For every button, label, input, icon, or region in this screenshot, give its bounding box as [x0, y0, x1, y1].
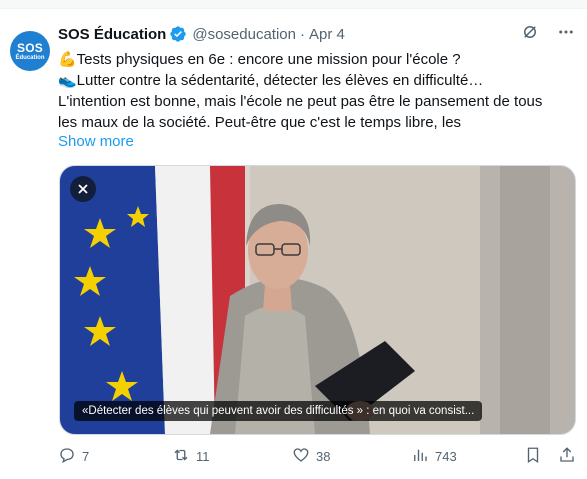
tweet-media[interactable]: «Détecter des élèves qui peuvent avoir d… — [59, 165, 576, 435]
reply-count: 7 — [82, 448, 90, 464]
author-name[interactable]: SOS Éducation — [58, 26, 166, 43]
views-icon — [411, 446, 429, 467]
more-icon[interactable] — [557, 23, 575, 46]
bookmark-icon — [524, 446, 542, 467]
like-button[interactable]: 38 — [292, 446, 330, 467]
reply-icon — [58, 446, 76, 467]
retweet-icon — [172, 446, 190, 467]
show-more-link[interactable]: Show more — [58, 133, 134, 150]
views-button[interactable]: 743 — [411, 446, 457, 467]
avatar-text-line2: Éducation — [15, 54, 45, 61]
tweet-card[interactable]: SOS Éducation SOS Éducation @soseducatio… — [0, 8, 587, 479]
retweet-count: 11 — [196, 448, 210, 464]
tweet-text-line: les maux de la société. Peut-être que c'… — [58, 114, 462, 131]
tweet-header: SOS Éducation @soseducation · Apr 4 — [58, 23, 575, 45]
tweet-date[interactable]: Apr 4 — [309, 26, 345, 43]
tweet-text: 💪Tests physiques en 6e : encore une miss… — [58, 49, 573, 133]
like-count: 38 — [316, 448, 331, 464]
retweet-button[interactable]: 11 — [172, 446, 210, 467]
reply-button[interactable]: 7 — [58, 446, 89, 467]
avatar[interactable]: SOS Éducation — [10, 31, 50, 71]
tweet-text-line: 💪Tests physiques en 6e : encore une miss… — [58, 51, 461, 68]
verified-badge-icon — [169, 25, 187, 43]
tweet-text-line: L'intention est bonne, mais l'école ne p… — [58, 93, 543, 110]
avatar-text-line1: SOS — [17, 40, 43, 55]
tweet-actions: 7 11 38 743 — [58, 443, 578, 469]
tweet-text-line: 👟Lutter contre la sédentarité, détecter … — [58, 72, 484, 89]
media-caption[interactable]: «Détecter des élèves qui peuvent avoir d… — [74, 401, 483, 421]
bookmark-button[interactable] — [524, 446, 542, 467]
grok-icon[interactable] — [521, 23, 539, 46]
close-icon[interactable] — [70, 176, 96, 202]
share-button[interactable] — [558, 446, 576, 467]
heart-icon — [292, 446, 310, 467]
author-handle[interactable]: @soseducation — [192, 26, 296, 43]
views-count: 743 — [435, 448, 457, 464]
share-icon — [558, 446, 576, 467]
header-separator: · — [299, 25, 305, 43]
media-photo — [60, 166, 575, 434]
